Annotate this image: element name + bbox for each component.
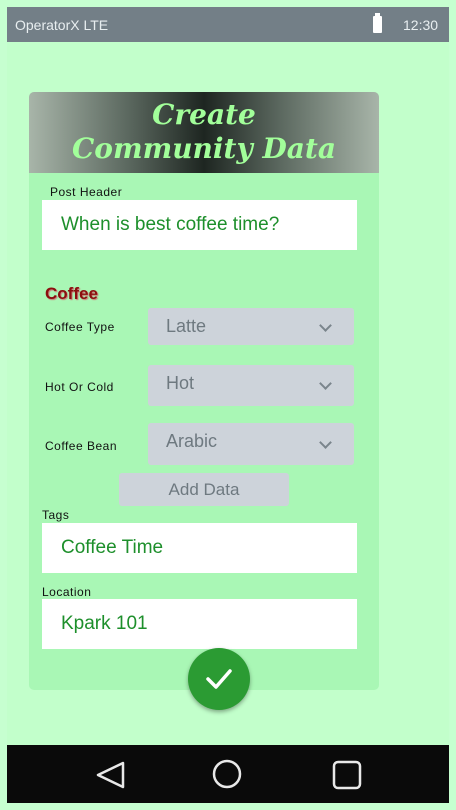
location-input[interactable]: Kpark 101 [42,599,357,649]
hot-or-cold-value: Hot [166,373,195,393]
page-title-line1: Create [152,98,256,131]
navigation-bar [7,745,449,803]
battery-icon [373,13,382,33]
coffee-type-value: Latte [166,316,207,336]
coffee-bean-label: Coffee Bean [45,439,117,453]
check-icon [206,669,232,689]
recents-icon[interactable] [331,759,363,791]
post-header-input[interactable]: When is best coffee time? [42,200,357,250]
location-label: Location [42,585,92,599]
tags-input[interactable]: Coffee Time [42,523,357,573]
coffee-type-label: Coffee Type [45,320,115,334]
clock: 12:30 [403,17,439,33]
coffee-bean-value: Arabic [166,431,218,451]
home-icon[interactable] [211,758,243,790]
chevron-down-icon [319,377,332,390]
header-banner: Create Community Data [29,92,379,173]
tags-label: Tags [42,508,70,522]
status-bar: OperatorX LTE 12:30 [7,7,449,42]
page-title-line2: Community Data [71,132,337,165]
chevron-down-icon [319,436,332,449]
coffee-bean-dropdown[interactable]: Arabic [148,423,354,465]
hot-or-cold-label: Hot Or Cold [45,380,114,394]
hot-or-cold-dropdown[interactable]: Hot [148,365,354,406]
post-header-label: Post Header [50,185,123,199]
coffee-type-dropdown[interactable]: Latte [148,308,354,345]
add-data-button[interactable]: Add Data [119,473,289,506]
coffee-section-title: Coffee [45,284,98,303]
carrier-label: OperatorX LTE [15,17,109,33]
chevron-down-icon [319,319,332,332]
back-icon[interactable] [95,760,127,790]
submit-button[interactable] [188,648,250,710]
